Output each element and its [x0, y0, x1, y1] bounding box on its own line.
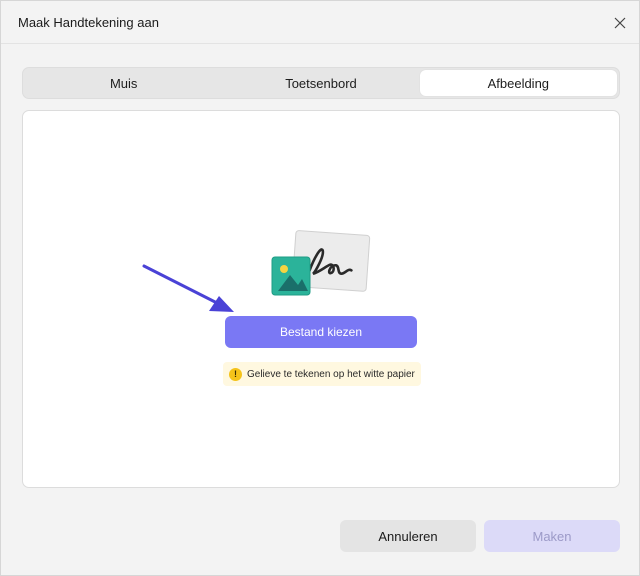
- annotation-arrow-icon: [142, 264, 234, 312]
- cancel-button[interactable]: Annuleren: [340, 520, 476, 552]
- create-button[interactable]: Maken: [484, 520, 620, 552]
- close-button[interactable]: [607, 11, 633, 35]
- signature-method-tabs: Muis Toetsenbord Afbeelding: [22, 67, 620, 99]
- title-bar: Maak Handtekening aan: [1, 1, 639, 43]
- signature-image-icon: [271, 230, 371, 296]
- create-signature-dialog: Maak Handtekening aan Muis Toetsenbord A…: [0, 0, 640, 576]
- close-icon: [614, 17, 626, 29]
- dialog-title: Maak Handtekening aan: [18, 15, 159, 30]
- image-upload-panel: Bestand kiezen ! Gelieve te tekenen op h…: [22, 110, 620, 488]
- tab-mouse[interactable]: Muis: [25, 70, 222, 96]
- warning-icon: !: [229, 367, 242, 381]
- tab-keyboard[interactable]: Toetsenbord: [222, 70, 419, 96]
- hint-banner: ! Gelieve te tekenen op het witte papier: [223, 362, 421, 386]
- title-divider: [1, 43, 639, 44]
- hint-text: Gelieve te tekenen op het witte papier: [247, 368, 415, 380]
- tab-image[interactable]: Afbeelding: [419, 70, 617, 96]
- choose-file-button[interactable]: Bestand kiezen: [225, 316, 417, 348]
